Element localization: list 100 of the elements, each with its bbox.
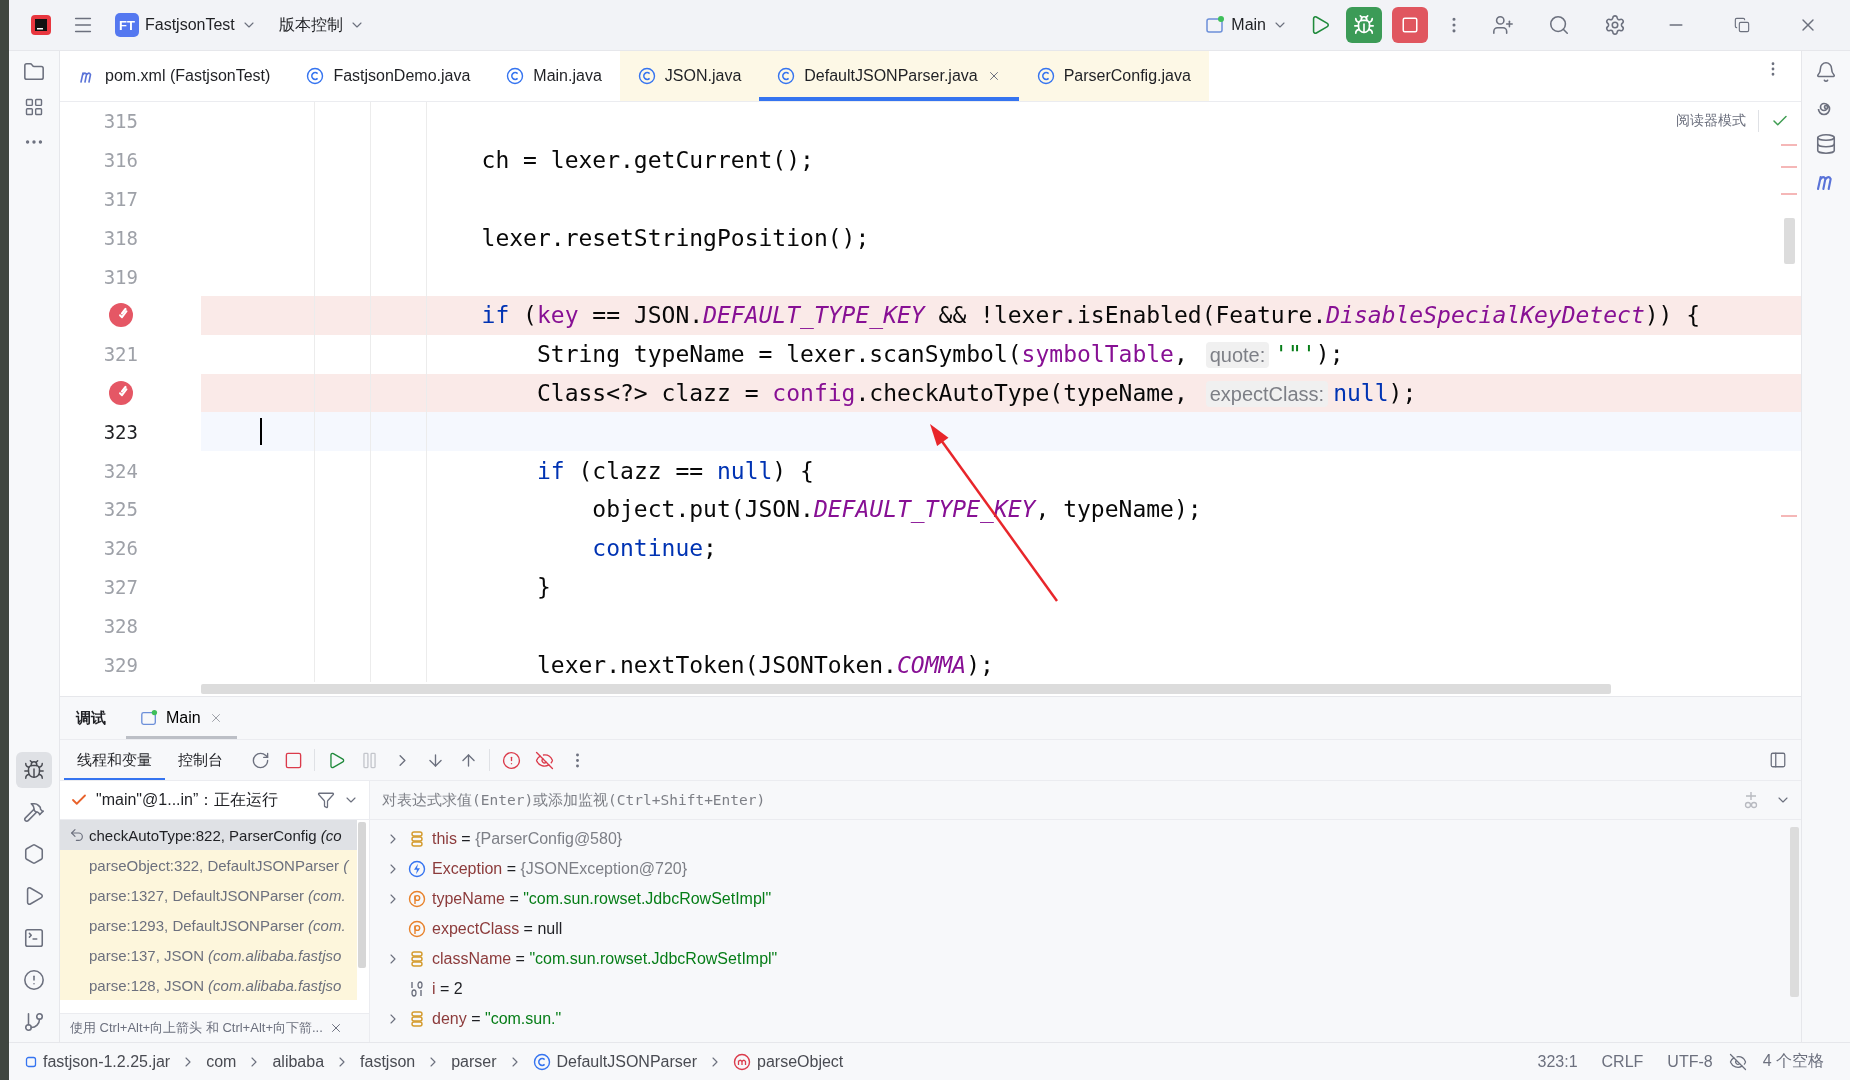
breadcrumb[interactable]: DefaultJSONParser: [530, 1052, 700, 1071]
add-user-icon[interactable]: [1492, 14, 1514, 36]
method-icon: [733, 1052, 752, 1071]
line-number: 326: [102, 537, 138, 560]
stop-icon: [1401, 16, 1419, 34]
restore-icon[interactable]: [1734, 17, 1750, 33]
line-number: 317: [102, 188, 138, 210]
stack-frame[interactable]: parseObject:322, DefaultJSONParser (: [60, 850, 357, 880]
line-number: 315: [102, 110, 138, 133]
editor-tab[interactable]: DefaultJSONParser.java: [759, 51, 1019, 101]
breakpoint-icon[interactable]: [108, 379, 134, 406]
variable-value[interactable]: i = 2: [432, 980, 463, 998]
return-icon: [69, 827, 85, 843]
field-icon: [408, 950, 426, 968]
stack-frame[interactable]: parse:1293, DefaultJSONParser (com.: [60, 910, 357, 940]
variable-value[interactable]: expectClass = null: [432, 920, 563, 938]
stack-frame[interactable]: parse:1327, DefaultJSONParser (com.: [60, 880, 357, 910]
line-number: 316: [102, 149, 138, 172]
editor-tab[interactable]: JSON.java: [619, 51, 760, 101]
folder-icon[interactable]: [23, 61, 45, 83]
filter-icon[interactable]: [317, 791, 335, 809]
breadcrumb[interactable]: parseObject: [731, 1052, 846, 1071]
terminal-icon[interactable]: [23, 927, 45, 949]
hint-text: 使用 Ctrl+Alt+向上箭头 和 Ctrl+Alt+向下箭...: [70, 1019, 323, 1037]
code-line: String typeName = lexer.scanSymbol(symbolTable, quote: '"');: [535, 341, 1344, 368]
field-icon: [408, 1010, 426, 1028]
editor-tab[interactable]: pom.xml (FastjsonTest): [60, 51, 289, 101]
stack-frame[interactable]: parse:137, JSON (com.alibaba.fastjso: [60, 940, 357, 970]
breadcrumb[interactable]: com: [204, 1052, 239, 1071]
code-line: if (clazz == null) {: [535, 457, 814, 484]
notifications-icon[interactable]: [1815, 61, 1837, 83]
variable-value[interactable]: Exception = {JSONException@720}: [432, 860, 688, 878]
variable-value[interactable]: deny = "com.sun.": [432, 1010, 562, 1028]
breakpoint-icon[interactable]: [108, 302, 134, 329]
class-icon: [506, 67, 525, 85]
scrollbar[interactable]: [201, 684, 1611, 694]
editor-tab[interactable]: FastjsonDemo.java: [288, 51, 489, 101]
debug-button[interactable]: [1346, 7, 1382, 43]
database-icon[interactable]: [1815, 133, 1837, 155]
field-icon: [408, 830, 426, 848]
editor-tab[interactable]: ParserConfig.java: [1018, 51, 1209, 101]
cursor-position[interactable]: 323:1: [1529, 1052, 1586, 1071]
text-caret: [260, 418, 262, 446]
evaluate-field[interactable]: 对表达式求值(Enter)或添加监视(Ctrl+Shift+Enter): [380, 791, 1727, 809]
project-dropdown[interactable]: FT FastjsonTest: [107, 9, 265, 41]
services-icon[interactable]: [23, 843, 45, 865]
breadcrumb[interactable]: parser: [449, 1052, 499, 1071]
line-number: 321: [102, 343, 138, 366]
variable-value[interactable]: className = "com.sun.rowset.JdbcRowSetImpl": [432, 950, 778, 968]
stack-frame[interactable]: parse:128, JSON (com.alibaba.fastjso: [60, 970, 357, 1000]
scrollbar[interactable]: [358, 822, 366, 968]
breadcrumb[interactable]: fastjson: [358, 1052, 418, 1071]
variable-value[interactable]: this = {ParserConfig@580}: [432, 830, 623, 848]
git-icon[interactable]: [23, 1011, 45, 1033]
line-separator[interactable]: CRLF: [1593, 1052, 1652, 1071]
indent-setting[interactable]: 4 个空格: [1754, 1051, 1832, 1072]
rerun-icon[interactable]: [250, 750, 270, 770]
breakpoints-icon[interactable]: [501, 750, 521, 770]
variable-value[interactable]: typeName = "com.sun.rowset.JdbcRowSetImpl": [432, 890, 772, 908]
stack-frame[interactable]: checkAutoType:822, ParserConfig (co: [60, 820, 357, 850]
class-icon: [1036, 67, 1055, 85]
file-encoding[interactable]: UTF-8: [1659, 1052, 1721, 1071]
vcs-dropdown[interactable]: 版本控制: [270, 10, 373, 40]
layout-icon[interactable]: [1769, 751, 1787, 769]
reader-mode-link[interactable]: 阅读器模式: [1676, 112, 1746, 130]
stop-icon[interactable]: [283, 750, 303, 770]
parameter-icon: [408, 920, 426, 938]
line-number: 327: [102, 575, 138, 598]
class-icon: [777, 67, 796, 85]
code-line: if (key == JSON.DEFAULT_TYPE_KEY && !lexer.isEnabled(Feature.DisableSpecialKeyDetect)) {: [480, 302, 1701, 329]
breadcrumb[interactable]: alibaba: [270, 1052, 327, 1071]
scrollbar[interactable]: [1784, 218, 1795, 264]
thread-selector[interactable]: "main"@1...in”：正在运行: [96, 789, 309, 811]
editor-tab[interactable]: Main.java: [488, 51, 620, 101]
settings-icon[interactable]: [1604, 14, 1626, 36]
line-number: 319: [102, 265, 138, 288]
bug-icon: [1353, 14, 1375, 36]
project-name: FastjsonTest: [145, 16, 235, 34]
search-icon[interactable]: [1548, 14, 1570, 36]
exception-icon: [408, 860, 426, 878]
hammer-icon[interactable]: [23, 801, 45, 823]
structure-icon[interactable]: [24, 97, 44, 117]
scrollbar[interactable]: [1790, 827, 1799, 997]
line-number: 325: [102, 498, 138, 521]
parameter-icon: [408, 890, 426, 908]
problems-icon[interactable]: [23, 969, 45, 991]
code-editor[interactable]: [60, 102, 1801, 696]
archive-icon: [25, 1055, 37, 1068]
app-logo: [30, 14, 52, 36]
breadcrumb[interactable]: fastjson-1.2.25.jar: [23, 1052, 173, 1071]
code-line: Class<?> clazz = config.checkAutoType(typeName, expectClass: null);: [535, 379, 1417, 406]
session-tab[interactable]: Main: [126, 697, 237, 739]
run-config-dropdown[interactable]: Main: [1197, 11, 1296, 39]
hidden-icon[interactable]: [1728, 1052, 1747, 1071]
code-line: ch = lexer.getCurrent();: [480, 147, 814, 174]
debug-tool-button[interactable]: [16, 752, 52, 788]
stop-button[interactable]: [1392, 7, 1428, 43]
view-tab[interactable]: 控制台: [165, 740, 236, 780]
mute-breakpoints-icon[interactable]: [534, 750, 554, 770]
window-icon: [1205, 15, 1226, 35]
